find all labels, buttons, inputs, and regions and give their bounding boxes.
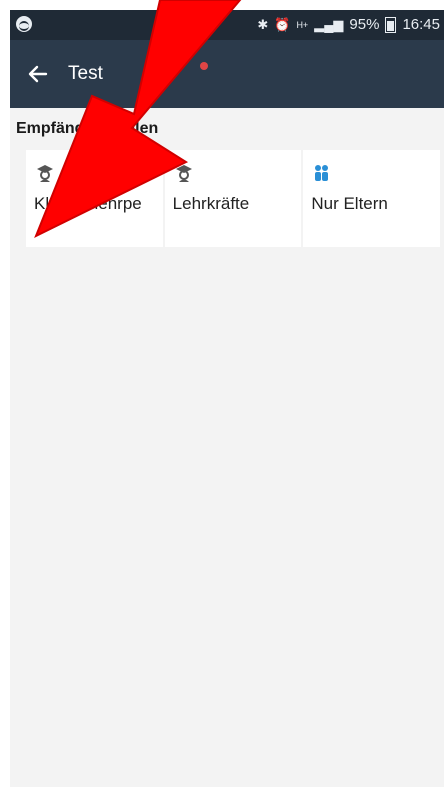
back-button[interactable] xyxy=(20,56,56,92)
network-type: H+ xyxy=(296,19,309,30)
option-lehrkraefte[interactable]: Lehrkräfte xyxy=(164,150,302,247)
section-label: Empfänger wählen xyxy=(16,120,159,137)
option-label: Nur Eltern xyxy=(311,194,388,213)
clock: 16:45 xyxy=(402,16,440,33)
option-klassenlehrperson[interactable]: Klassenlehrpe xyxy=(26,150,163,247)
notification-dot xyxy=(200,62,208,70)
alarm-icon: ⏰ xyxy=(274,16,291,32)
spotify-icon xyxy=(16,16,32,32)
graduation-teacher-icon xyxy=(37,165,53,182)
option-label: Lehrkräfte xyxy=(172,194,250,213)
page-title: Test xyxy=(68,63,103,84)
app-bar: Test xyxy=(10,40,444,108)
parents-icon xyxy=(315,165,329,181)
option-label: Klassenlehrpe xyxy=(34,194,142,213)
signal-icon: ▂▄▆ xyxy=(314,16,344,32)
bluetooth-icon: ✱ xyxy=(257,16,269,32)
battery-percent: 95% xyxy=(349,16,380,33)
status-bar: ✱ ⏰ H+ ▂▄▆ 95% 16:45 xyxy=(10,10,444,40)
battery-icon xyxy=(385,16,397,33)
phone-screen: ✱ ⏰ H+ ▂▄▆ 95% 16:45 Test Empfänger wähl… xyxy=(10,10,444,787)
recipient-options: Klassenlehrpe Lehrkräfte Nur Eltern xyxy=(26,150,441,247)
graduation-teacher-icon xyxy=(175,165,192,182)
arrow-left-icon xyxy=(28,65,48,83)
option-nur-eltern[interactable]: Nur Eltern xyxy=(303,150,441,247)
